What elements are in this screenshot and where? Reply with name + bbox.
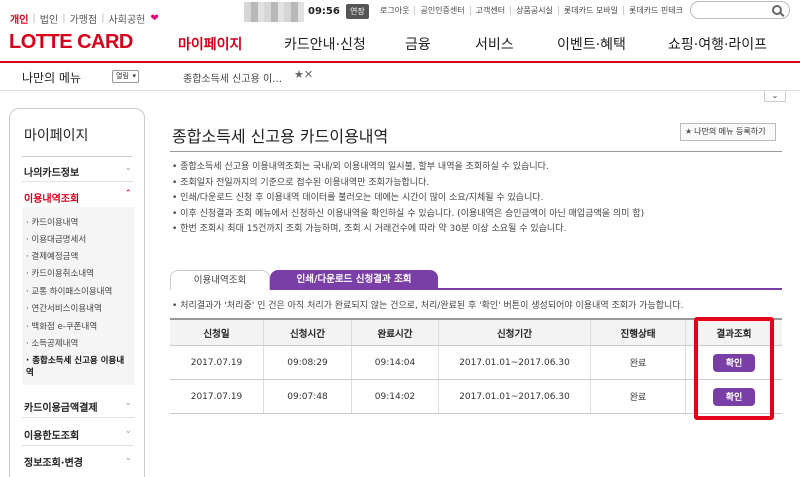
add-my-menu-button[interactable]: ★ 나만의 메뉴 등록하기 xyxy=(680,123,776,141)
sidebar-item-card-info[interactable]: 나의카드정보 ⌄ xyxy=(24,163,136,179)
gnb-service[interactable]: 서비스 xyxy=(475,34,514,54)
sidebar: 마이페이지 나의카드정보 ⌄ 이용내역조회 ⌃ · 카드이용내역 · 이용대금명… xyxy=(9,108,145,477)
segment-merchant[interactable]: 가맹점 xyxy=(66,11,102,26)
process-note: • 처리결과가 '처리중' 인 건은 아직 처리가 완료되지 않는 건으로, 처… xyxy=(172,301,684,311)
title-divider xyxy=(170,151,782,152)
open-select[interactable]: 열림 xyxy=(112,70,139,83)
my-menu-tab[interactable]: 종합소득세 신고용 이… xyxy=(183,70,282,85)
submenu-item[interactable]: · 이용대금명세서 xyxy=(26,234,130,246)
cell-done-time: 09:14:04 xyxy=(351,346,438,379)
tab-usage-inquiry[interactable]: 이용내역조회 xyxy=(170,270,270,290)
gnb-card-guide[interactable]: 카드안내·신청 xyxy=(284,34,366,54)
star-icon: ★ xyxy=(685,127,693,136)
cell-period: 2017.01.01~2017.06.30 xyxy=(438,380,590,413)
col-done-time: 완료시간 xyxy=(351,320,438,345)
notice-item: • 종합소득세 신고용 이용내역조회는 국내/외 이용내역의 일시불, 할부 내… xyxy=(172,162,549,172)
col-period: 신청기간 xyxy=(438,320,590,345)
my-menu-bar: 나만의 메뉴 열림 종합소득세 신고용 이… ★✕ xyxy=(0,63,800,91)
submenu-item[interactable]: · 백화점 e-쿠폰내역 xyxy=(26,321,130,333)
sidebar-item-label: 이용내역조회 xyxy=(24,194,80,205)
top-utility-bar: 개인 | 법인 | 가맹점 | 사회공헌 ❤ 09:56 연장 로그아웃 공인인… xyxy=(0,0,800,26)
results-table: 신청일 신청시간 완료시간 신청기간 진행상태 결과조회 2017.07.19 … xyxy=(170,318,782,414)
sidebar-title: 마이페이지 xyxy=(24,128,89,144)
heart-icon: ❤ xyxy=(150,13,159,24)
cell-done-time: 09:14:02 xyxy=(351,380,438,413)
table-row: 2017.07.19 09:08:29 09:14:04 2017.01.01~… xyxy=(170,346,782,380)
notice-item: • 이후 신청결과 조회 메뉴에서 신청하신 이용내역을 확인하실 수 있습니다… xyxy=(172,208,645,219)
sidebar-item-label: 카드이용금액결제 xyxy=(24,403,98,414)
submenu-item[interactable]: · 교통 하이패스이용내역 xyxy=(26,286,130,298)
product-disclosure-link[interactable]: 상품공시실 xyxy=(510,6,558,15)
segment-personal[interactable]: 개인 xyxy=(10,11,32,26)
cell-apply-time: 09:07:48 xyxy=(263,380,351,413)
gnb-shopping[interactable]: 쇼핑·여행·라이프 xyxy=(668,34,767,54)
fintech-link[interactable]: 롯데카드 핀테크 xyxy=(622,6,688,15)
sidebar-item-label: 나의카드정보 xyxy=(24,168,80,179)
tab-download-results[interactable]: 인쇄/다운로드 신청결과 조회 xyxy=(270,270,438,290)
sidebar-item-info-change[interactable]: 정보조회·변경 ⌄ xyxy=(24,453,136,469)
search-input[interactable] xyxy=(690,1,790,19)
segment-corporate[interactable]: 법인 xyxy=(36,11,62,26)
global-nav: 마이페이지 카드안내·신청 금융 서비스 이벤트·혜택 쇼핑·여행·라이프 xyxy=(0,26,800,62)
submenu-item[interactable]: · 소득공제내역 xyxy=(26,338,130,350)
sidebar-item-label: 이용한도조회 xyxy=(24,431,80,442)
col-apply-date: 신청일 xyxy=(203,328,230,340)
sidebar-submenu: · 카드이용내역 · 이용대금명세서 · 결제예정금액 · 카드이용취소내역 ·… xyxy=(22,207,134,385)
extend-session-button[interactable]: 연장 xyxy=(346,4,369,19)
table-header: 신청일 신청시간 완료시간 신청기간 진행상태 결과조회 xyxy=(170,318,782,346)
segment-social[interactable]: 사회공헌 xyxy=(105,11,150,26)
col-apply-time: 신청시간 xyxy=(263,320,351,345)
cell-status: 완료 xyxy=(590,346,685,379)
page-title: 종합소득세 신고용 카드이용내역 xyxy=(172,127,389,146)
notice-item: • 인쇄/다운로드 신청 후 이용내역 데이터를 불러오는 데에는 시간이 많이… xyxy=(172,193,544,204)
cert-center-link[interactable]: 공인인증센터 xyxy=(414,6,469,15)
sidebar-item-label: 정보조회·변경 xyxy=(24,458,83,469)
sidebar-divider xyxy=(22,445,134,446)
sidebar-item-limit[interactable]: 이용한도조회 ⌄ xyxy=(24,426,136,442)
gnb-finance[interactable]: 금융 xyxy=(405,34,431,54)
blurred-user-name xyxy=(244,2,304,22)
customer-center-link[interactable]: 고객센터 xyxy=(469,6,510,15)
chevron-down-icon: ⌄ xyxy=(124,426,132,436)
utility-links: 로그아웃 공인인증센터 고객센터 상품공시실 롯데카드 모바일 롯데카드 핀테크 xyxy=(375,6,688,15)
result-tabs: 이용내역조회 인쇄/다운로드 신청결과 조회 xyxy=(170,270,782,290)
cell-status: 완료 xyxy=(590,380,685,413)
chevron-up-icon: ⌃ xyxy=(124,189,132,199)
my-menu-label: 나만의 메뉴 xyxy=(22,71,82,85)
chevron-down-icon: ⌄ xyxy=(124,398,132,408)
submenu-item[interactable]: · 카드이용취소내역 xyxy=(26,268,130,280)
mobile-link[interactable]: 롯데카드 모바일 xyxy=(557,6,623,15)
gnb-mypage[interactable]: 마이페이지 xyxy=(178,34,242,54)
notice-item: • 한번 조회시 최대 15건까지 조회 가능하며, 조회 시 거래건수에 따라… xyxy=(172,224,567,235)
sidebar-divider xyxy=(22,156,132,157)
submenu-item[interactable]: · 결제예정금액 xyxy=(26,251,130,263)
session-timer: 09:56 xyxy=(308,6,340,17)
highlight-box xyxy=(694,317,774,420)
sidebar-item-usage[interactable]: 이용내역조회 ⌃ xyxy=(24,189,136,205)
submenu-item[interactable]: · 연간서비스이용내역 xyxy=(26,303,130,315)
site-segment-nav: 개인 | 법인 | 가맹점 | 사회공헌 ❤ xyxy=(10,11,163,26)
cell-period: 2017.01.01~2017.06.30 xyxy=(438,346,590,379)
cell-apply-date: 2017.07.19 xyxy=(190,357,243,368)
chevron-down-icon: ⌄ xyxy=(124,453,132,463)
sidebar-item-payment[interactable]: 카드이용금액결제 ⌄ xyxy=(24,398,136,414)
chevron-down-icon[interactable]: ⌄ xyxy=(764,91,786,102)
col-status: 진행상태 xyxy=(590,320,685,345)
sidebar-divider xyxy=(22,181,134,182)
chevron-down-icon: ⌄ xyxy=(124,163,132,173)
star-close-icon[interactable]: ★✕ xyxy=(294,68,313,81)
cell-apply-time: 09:08:29 xyxy=(263,346,351,379)
sidebar-divider xyxy=(22,417,134,418)
logout-link[interactable]: 로그아웃 xyxy=(375,6,414,15)
table-row: 2017.07.19 09:07:48 09:14:02 2017.01.01~… xyxy=(170,380,782,414)
cell-apply-date: 2017.07.19 xyxy=(190,391,243,402)
submenu-item-current[interactable]: · 종합소득세 신고용 이용내역 xyxy=(26,355,130,379)
gnb-event[interactable]: 이벤트·혜택 xyxy=(557,34,626,54)
notice-list: • 종합소득세 신고용 이용내역조회는 국내/외 이용내역의 일시불, 할부 내… xyxy=(172,160,772,238)
notice-item: • 조회일자 전일까지의 기준으로 접수된 이용내역만 조회가능합니다. xyxy=(172,177,430,188)
submenu-item[interactable]: · 카드이용내역 xyxy=(26,217,130,229)
search-icon[interactable] xyxy=(772,5,782,15)
